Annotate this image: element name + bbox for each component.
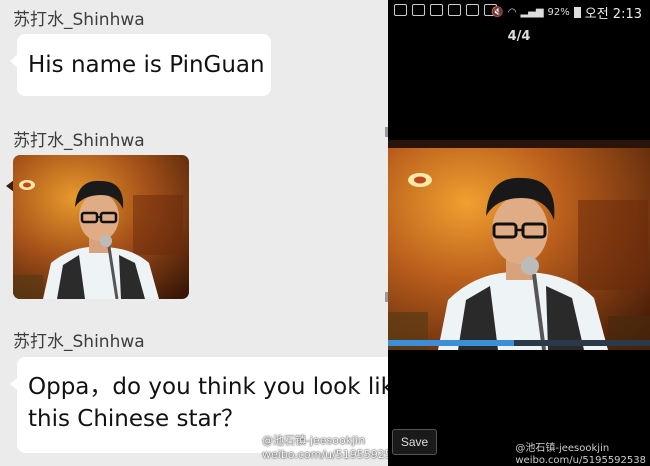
image-counter: 4/4 bbox=[507, 29, 531, 44]
signal-icon: ▂▄▆ bbox=[520, 7, 544, 18]
mute-icon: 🔇 bbox=[491, 7, 504, 18]
chat-panel: 苏打水_Shinhwa His name is PinGuan 苏打水_Shin… bbox=[0, 0, 388, 466]
image-message[interactable] bbox=[13, 155, 189, 299]
message-text-line: this Chinese star？ bbox=[28, 406, 245, 432]
singer-photo-thumbnail bbox=[13, 155, 189, 299]
message-bubble[interactable]: His name is PinGuan bbox=[10, 34, 271, 96]
clock: 오전 2:13 bbox=[584, 7, 642, 22]
notification-app-icon bbox=[394, 4, 407, 16]
sender-name: 苏打水_Shinhwa bbox=[13, 332, 145, 352]
singer-photo-full bbox=[388, 140, 650, 350]
message-text-line: Oppa，do you think you look like bbox=[28, 374, 388, 400]
progress-fill bbox=[388, 340, 514, 346]
status-bar: 🔇 ◠ ▂▄▆ 92% 오전 2:13 bbox=[388, 0, 650, 22]
sender-name: 苏打水_Shinhwa bbox=[13, 131, 145, 151]
weibo-watermark: @池石镇-jeesookjin weibo.com/u/5195592538 bbox=[262, 434, 388, 462]
mail-icon bbox=[412, 4, 425, 16]
battery-icon bbox=[573, 7, 581, 18]
instagram-icon bbox=[466, 4, 479, 16]
bubble-tail bbox=[10, 377, 18, 391]
video-progress-bar[interactable] bbox=[388, 340, 650, 346]
photo-viewer: 🔇 ◠ ▂▄▆ 92% 오전 2:13 4/4 Save @池石镇-jeesoo… bbox=[388, 0, 650, 466]
sender-name: 苏打水_Shinhwa bbox=[13, 10, 145, 30]
watermark-handle: @池石镇-jeesookjin bbox=[262, 434, 366, 447]
full-image[interactable] bbox=[388, 140, 650, 350]
status-indicators: 🔇 ◠ ▂▄▆ 92% 오전 2:13 bbox=[491, 3, 642, 22]
save-button[interactable]: Save bbox=[392, 429, 437, 455]
watermark-handle: @池石镇-jeesookjin bbox=[515, 443, 610, 454]
battery-percent: 92% bbox=[547, 7, 570, 18]
bubble-tail bbox=[10, 54, 18, 68]
watermark-url: weibo.com/u/5195592538 bbox=[262, 448, 388, 461]
watermark-url: weibo.com/u/5195592538 bbox=[515, 455, 646, 466]
gallery-icon bbox=[430, 4, 443, 16]
notification-icons bbox=[394, 4, 497, 16]
weibo-watermark: @池石镇-jeesookjin weibo.com/u/5195592538 bbox=[515, 443, 646, 466]
camera-icon bbox=[448, 4, 461, 16]
message-text: His name is PinGuan bbox=[28, 52, 265, 78]
wifi-icon: ◠ bbox=[507, 7, 517, 18]
